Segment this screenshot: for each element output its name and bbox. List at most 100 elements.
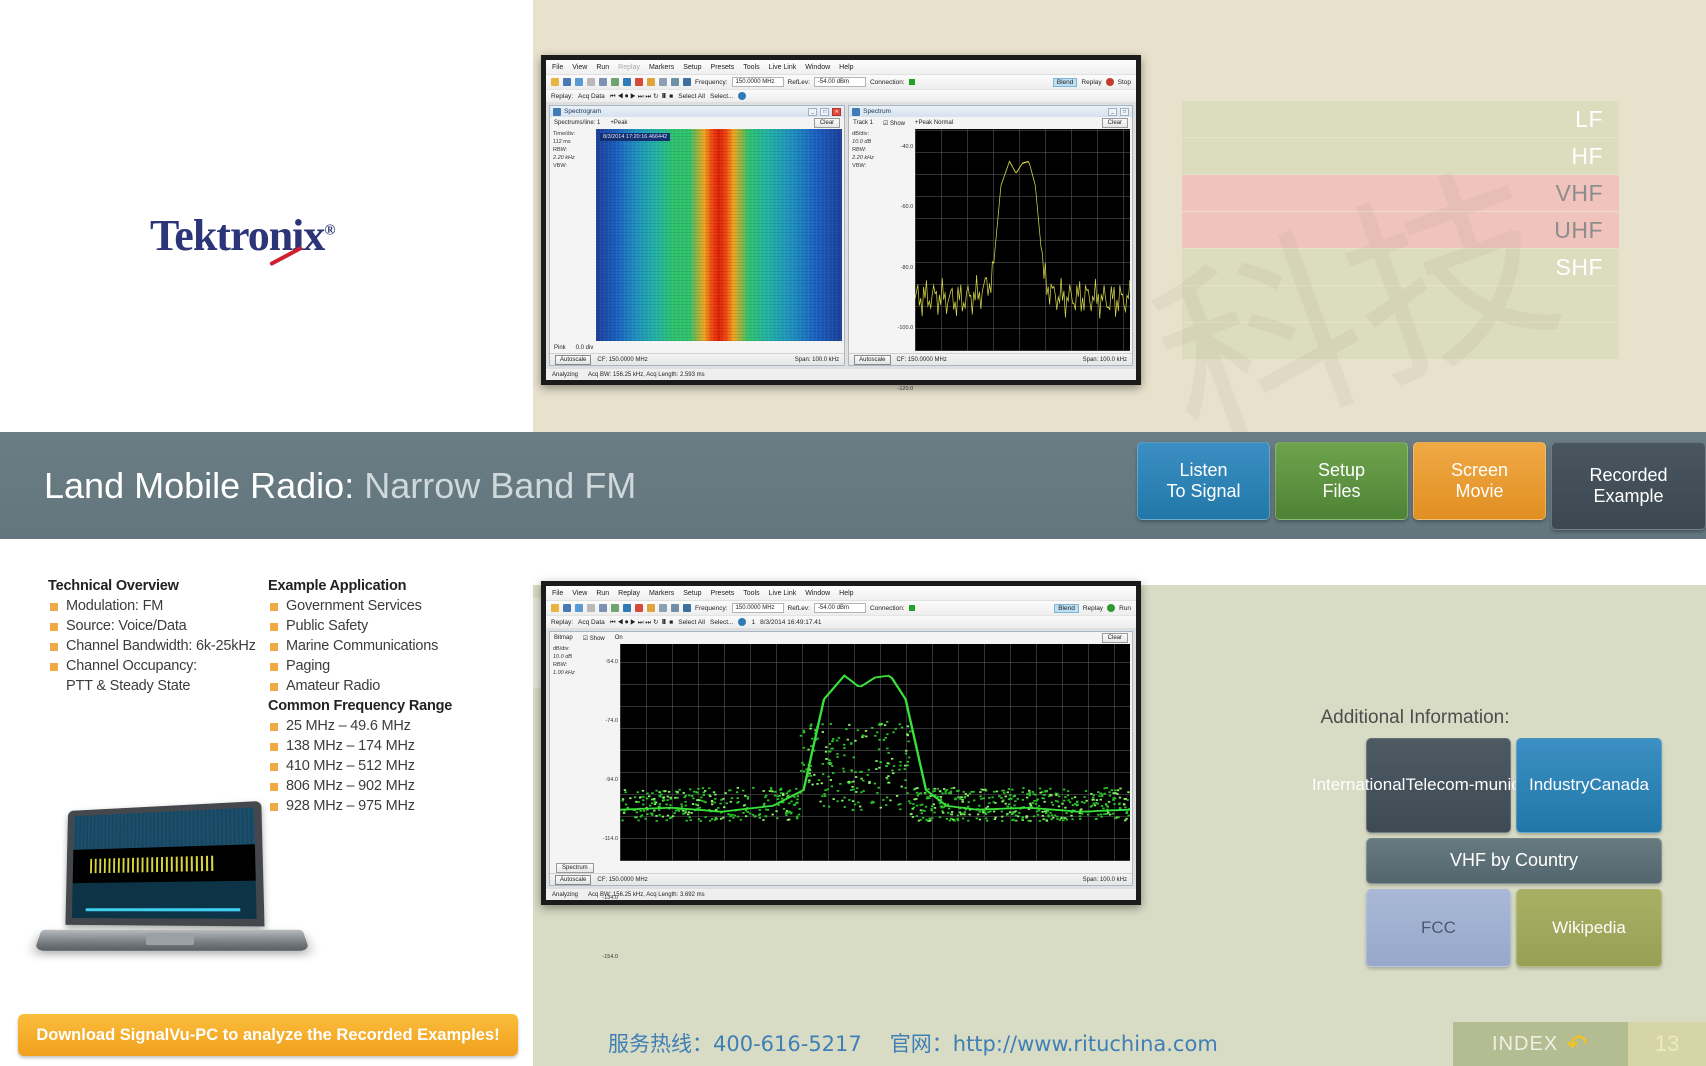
print-icon[interactable] — [599, 78, 607, 86]
display-icon[interactable] — [671, 78, 679, 86]
blend-mode-button[interactable]: Blend — [1054, 604, 1079, 613]
frequency-field[interactable]: 150.0000 MHz — [732, 603, 784, 613]
pink-label: Pink — [554, 345, 566, 351]
nav-button-setup-files[interactable]: SetupFiles — [1275, 442, 1408, 520]
autoscale-button[interactable]: Autoscale — [854, 355, 890, 365]
preset-icon[interactable] — [623, 604, 631, 612]
menu-item-setup[interactable]: Setup — [683, 590, 701, 597]
menu-item-setup[interactable]: Setup — [683, 64, 701, 71]
additional-info-button-wikipedia[interactable]: Wikipedia — [1516, 889, 1662, 967]
menu-item-file[interactable]: File — [552, 64, 563, 71]
maximize-button[interactable]: □ — [1120, 108, 1129, 116]
menu-item-view[interactable]: View — [572, 64, 587, 71]
download-signalvu-button[interactable]: Download SignalVu-PC to analyze the Reco… — [18, 1014, 518, 1056]
minimize-button[interactable]: _ — [1108, 108, 1117, 116]
app-top-menubar[interactable]: File View Run Replay Markers Setup Presets Tool… — [546, 60, 1136, 74]
open-icon[interactable] — [551, 78, 559, 86]
peak-icon[interactable] — [647, 604, 655, 612]
close-button[interactable]: ✕ — [832, 108, 841, 116]
menu-item-help[interactable]: Help — [839, 590, 853, 597]
acq-data-label[interactable]: Acq Data — [578, 619, 605, 626]
info-icon[interactable] — [738, 618, 746, 626]
clear-button[interactable]: Clear — [1102, 633, 1128, 643]
select-all-button[interactable]: Select All — [678, 93, 705, 100]
stop-icon[interactable] — [1106, 78, 1114, 86]
app-top-replay-bar[interactable]: Replay: Acq Data ⏮ ◀ ⏺ ▶ ⏭ ⏭ ↻ ❙❙ ■ Sele… — [546, 89, 1136, 102]
replay-toggle[interactable]: Replay — [1083, 605, 1103, 612]
marker-icon[interactable] — [635, 78, 643, 86]
select-button[interactable]: Select... — [710, 93, 733, 100]
settings-icon[interactable] — [611, 604, 619, 612]
spectrum-dropdown[interactable]: Spectrum — [556, 863, 594, 873]
app-bottom-replay-bar[interactable]: Replay: Acq Data ⏮ ◀ ⏺ ▶ ⏭ ⏭ ↻ ❙❙ ■ Sele… — [546, 615, 1136, 628]
settings-icon[interactable] — [611, 78, 619, 86]
select-all-button[interactable]: Select All — [678, 619, 705, 626]
maximize-button[interactable]: □ — [820, 108, 829, 116]
additional-info-button-vhf-by-country[interactable]: VHF by Country — [1366, 838, 1662, 884]
spectrum-title-bar[interactable]: Spectrum _ □ — [849, 106, 1132, 117]
menu-item-help[interactable]: Help — [839, 64, 853, 71]
reflev-field[interactable]: -54.00 dBm — [814, 603, 866, 613]
print-icon[interactable] — [599, 604, 607, 612]
menu-item-run[interactable]: Run — [596, 590, 609, 597]
trace-selector[interactable]: Track 1 — [853, 120, 873, 126]
app-bottom-menubar[interactable]: File View Run Replay Markers Setup Presets Tool… — [546, 586, 1136, 600]
minimize-button[interactable]: _ — [808, 108, 817, 116]
transport-controls[interactable]: ⏮ ◀ ⏺ ▶ ⏭ ⏭ ↻ ❙❙ ■ — [610, 92, 673, 101]
nav-button-listen-to-signal[interactable]: ListenTo Signal — [1137, 442, 1270, 520]
preset-icon[interactable] — [623, 78, 631, 86]
menu-item-presets[interactable]: Presets — [711, 590, 735, 597]
replay-toggle[interactable]: Replay — [1081, 79, 1101, 86]
display-icon[interactable] — [671, 604, 679, 612]
acq-data-label[interactable]: Acq Data — [578, 93, 605, 100]
transport-controls[interactable]: ⏮ ◀ ⏺ ▶ ⏭ ⏭ ↻ ❙❙ ■ — [610, 618, 673, 627]
menu-item-replay[interactable]: Replay — [618, 64, 640, 71]
menu-item-window[interactable]: Window — [805, 590, 830, 597]
reflev-field[interactable]: -54.00 dBm — [814, 77, 866, 87]
app-top-toolbar[interactable]: Frequency: 150.0000 MHz RefLev: -54.00 d… — [546, 74, 1136, 89]
menu-item-replay[interactable]: Replay — [618, 590, 640, 597]
autoscale-button[interactable]: Autoscale — [555, 355, 591, 365]
spectrogram-title-bar[interactable]: Spectrogram _ □ ✕ — [550, 106, 844, 117]
gear-icon[interactable] — [683, 604, 691, 612]
app-bottom-toolbar[interactable]: Frequency: 150.0000 MHz RefLev: -54.00 d… — [546, 600, 1136, 615]
website-url[interactable]: http://www.rituchina.com — [953, 1032, 1218, 1056]
marker-icon[interactable] — [635, 604, 643, 612]
gear-icon[interactable] — [683, 78, 691, 86]
trace-icon[interactable] — [659, 78, 667, 86]
save-icon[interactable] — [563, 78, 571, 86]
menu-item-view[interactable]: View — [572, 590, 587, 597]
show-checkbox[interactable]: ☑ Show — [883, 120, 905, 127]
menu-item-window[interactable]: Window — [805, 64, 830, 71]
autoscale-button[interactable]: Autoscale — [555, 875, 591, 885]
show-checkbox[interactable]: ☑ Show — [583, 635, 605, 642]
menu-item-markers[interactable]: Markers — [649, 64, 674, 71]
menu-item-tools[interactable]: Tools — [743, 64, 759, 71]
menu-item-run[interactable]: Run — [596, 64, 609, 71]
nav-button-recorded-example[interactable]: RecordedExample — [1551, 442, 1706, 530]
frequency-field[interactable]: 150.0000 MHz — [732, 77, 784, 87]
select-button[interactable]: Select... — [710, 619, 733, 626]
blend-mode-button[interactable]: Blend — [1053, 78, 1078, 87]
clear-button[interactable]: Clear — [814, 118, 840, 128]
menu-item-live-link[interactable]: Live Link — [769, 64, 797, 71]
menu-item-live-link[interactable]: Live Link — [769, 590, 797, 597]
menu-item-markers[interactable]: Markers — [649, 590, 674, 597]
run-icon[interactable] — [1107, 604, 1115, 612]
menu-item-presets[interactable]: Presets — [711, 64, 735, 71]
peak-icon[interactable] — [647, 78, 655, 86]
undo-icon[interactable] — [575, 78, 583, 86]
nav-button-screen-movie[interactable]: ScreenMovie — [1413, 442, 1546, 520]
additional-info-button-industry-canada[interactable]: IndustryCanada — [1516, 738, 1662, 833]
additional-info-button-itu[interactable]: InternationalTelecom-munications — [1366, 738, 1511, 833]
menu-item-file[interactable]: File — [552, 590, 563, 597]
additional-info-button-fcc[interactable]: FCC — [1366, 889, 1511, 967]
index-button[interactable]: INDEX ↶ — [1453, 1022, 1628, 1066]
undo-icon[interactable] — [575, 604, 583, 612]
menu-item-tools[interactable]: Tools — [743, 590, 759, 597]
info-icon[interactable] — [738, 92, 746, 100]
clear-button[interactable]: Clear — [1102, 118, 1128, 128]
open-icon[interactable] — [551, 604, 559, 612]
save-icon[interactable] — [563, 604, 571, 612]
trace-icon[interactable] — [659, 604, 667, 612]
